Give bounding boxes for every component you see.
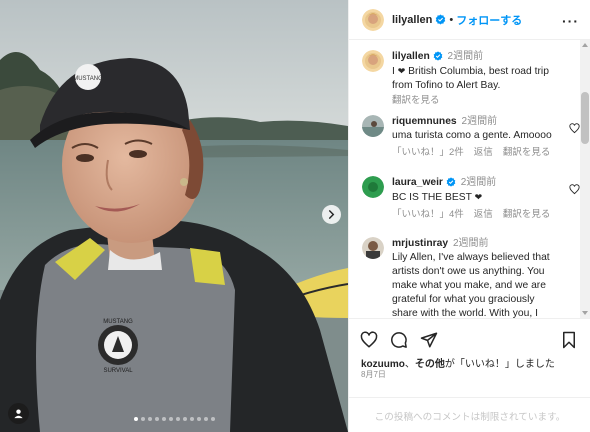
carousel-dot bbox=[189, 417, 194, 421]
comments-scrollbar[interactable] bbox=[580, 40, 590, 318]
post-actions: kozuumo、その他が「いいね！」しました 8月7日 この投稿へのコメントは制… bbox=[349, 318, 590, 432]
carousel-dot bbox=[147, 417, 152, 421]
comment-item: mrjustinray 2週間前 Lily Allen, I've always… bbox=[362, 237, 572, 318]
scrollbar-thumb[interactable] bbox=[581, 92, 589, 144]
scroll-down-arrow-icon[interactable] bbox=[582, 311, 588, 315]
comment-username[interactable]: riquemnunes bbox=[392, 116, 457, 127]
comment-time[interactable]: 2週間前 bbox=[453, 238, 489, 249]
heart-icon[interactable] bbox=[360, 331, 378, 349]
comment-item: riquemnunes 2週間前 uma turista como a gent… bbox=[362, 115, 580, 160]
carousel-dot bbox=[140, 417, 145, 421]
comment-item: laura_weir 2週間前 BC IS THE BEST ❤ 「いいね！」4… bbox=[362, 176, 580, 222]
vest-logo-top: MUSTANG bbox=[103, 319, 133, 325]
header-separator: • bbox=[449, 13, 454, 26]
scroll-up-arrow-icon[interactable] bbox=[582, 43, 588, 47]
commenter-avatar[interactable] bbox=[362, 176, 384, 198]
comment-time[interactable]: 2週間前 bbox=[462, 116, 498, 127]
follow-button[interactable]: フォローする bbox=[456, 12, 522, 28]
verified-badge-icon bbox=[446, 177, 456, 187]
comment-text-body: BC IS THE BEST bbox=[392, 192, 475, 203]
reply-button[interactable]: 返信 bbox=[474, 146, 493, 160]
translate-link[interactable]: 翻訳を見る bbox=[503, 146, 551, 160]
comment-likes-count[interactable]: 「いいね！」4件 bbox=[392, 208, 464, 222]
heart-icon[interactable] bbox=[569, 123, 580, 134]
commenter-avatar[interactable] bbox=[362, 115, 384, 137]
verified-badge-icon bbox=[433, 51, 442, 61]
caption-time[interactable]: 2週間前 bbox=[448, 51, 484, 62]
liked-by-rest: が「いいね！」しました bbox=[444, 359, 555, 370]
comment-username[interactable]: laura_weir bbox=[392, 177, 443, 188]
comment-username[interactable]: mrjustinray bbox=[392, 238, 448, 249]
heart-icon[interactable] bbox=[569, 184, 580, 195]
author-username[interactable]: lilyallen bbox=[392, 14, 432, 26]
carousel-dot bbox=[182, 417, 187, 421]
liked-by-others[interactable]: その他 bbox=[415, 359, 445, 370]
verified-badge-icon bbox=[436, 14, 446, 25]
carousel-dot bbox=[161, 417, 166, 421]
comment-text: uma turista como a gente. Amoooo bbox=[392, 130, 552, 141]
post-photo[interactable]: MUSTANG MUSTANG SURVIVAL bbox=[0, 0, 348, 432]
chevron-right-icon bbox=[328, 210, 335, 219]
comment-time[interactable]: 2週間前 bbox=[461, 177, 497, 188]
carousel-indicator bbox=[0, 417, 348, 421]
commenter-avatar[interactable] bbox=[362, 237, 384, 259]
reply-button[interactable]: 返信 bbox=[474, 208, 493, 222]
comment-text: BC IS THE BEST ❤ bbox=[392, 190, 562, 205]
caption-item: lilyallen 2週間前 I ❤ British Columbia, bes… bbox=[362, 50, 572, 108]
carousel-dot bbox=[168, 417, 173, 421]
comment-text: Lily Allen, I've always believed that ar… bbox=[392, 252, 550, 318]
author-avatar[interactable] bbox=[362, 8, 384, 31]
liked-by-text: kozuumo、その他が「いいね！」しました bbox=[361, 355, 555, 370]
carousel-dot bbox=[203, 417, 208, 421]
avatar-image bbox=[362, 8, 384, 31]
post-header: lilyallen • フォローする ··· bbox=[349, 0, 590, 40]
caption-text: I ❤ British Columbia, best road trip fro… bbox=[392, 64, 562, 93]
avatar-image bbox=[362, 176, 384, 198]
avatar-image bbox=[362, 115, 384, 137]
carousel-dot bbox=[154, 417, 159, 421]
post-date[interactable]: 8月7日 bbox=[361, 369, 386, 380]
share-icon[interactable] bbox=[420, 331, 438, 349]
liked-by-separator: 、 bbox=[404, 359, 415, 370]
translate-link[interactable]: 翻訳を見る bbox=[503, 208, 551, 222]
selfie-kayak-image: MUSTANG MUSTANG SURVIVAL bbox=[0, 0, 348, 432]
caption-translate-link[interactable]: 翻訳を見る bbox=[392, 94, 440, 108]
carousel-dot bbox=[210, 417, 215, 421]
carousel-dot bbox=[196, 417, 201, 421]
caption-avatar[interactable] bbox=[362, 50, 384, 72]
comments-restricted-notice: この投稿へのコメントは制限されています。 bbox=[349, 397, 590, 432]
carousel-dot bbox=[175, 417, 180, 421]
next-photo-button[interactable] bbox=[322, 205, 341, 224]
bookmark-icon[interactable] bbox=[561, 331, 577, 349]
caption-text-end: British Columbia, best road trip from To… bbox=[392, 66, 549, 91]
caption-username[interactable]: lilyallen bbox=[392, 51, 430, 62]
vest-logo-bottom: SURVIVAL bbox=[103, 368, 133, 374]
carousel-dot bbox=[133, 417, 138, 421]
comment-icon[interactable] bbox=[390, 331, 408, 349]
comment-likes-count[interactable]: 「いいね！」2件 bbox=[392, 146, 464, 160]
avatar-image bbox=[362, 237, 384, 259]
post-side-panel: lilyallen • フォローする ··· lilyallen 2週間前 I … bbox=[348, 0, 590, 432]
avatar-image bbox=[362, 50, 384, 72]
heart-emoji-icon: ❤ bbox=[474, 192, 483, 202]
comments-list[interactable]: lilyallen 2週間前 I ❤ British Columbia, bes… bbox=[349, 40, 590, 318]
more-options-button[interactable]: ··· bbox=[562, 13, 579, 29]
cap-logo-text: MUSTANG bbox=[73, 76, 103, 82]
